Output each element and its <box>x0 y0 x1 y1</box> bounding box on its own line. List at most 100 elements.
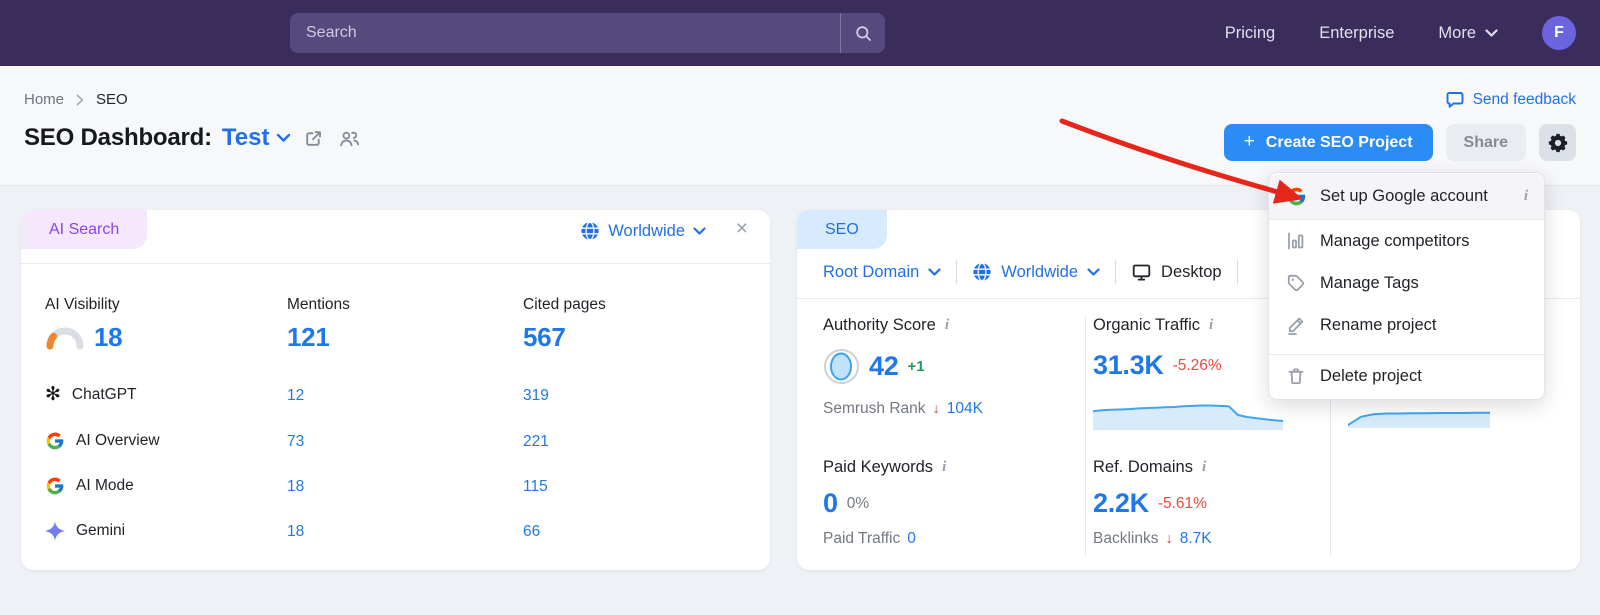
settings-gear-button[interactable] <box>1539 124 1576 161</box>
ai-region-selector[interactable]: Worldwide <box>580 221 706 241</box>
organic-traffic-value[interactable]: 31.3K <box>1093 350 1164 381</box>
row-mentions[interactable]: 18 <box>287 478 304 496</box>
backlinks-value[interactable]: 8.7K <box>1180 530 1212 548</box>
organic-traffic-label-row: Organic Traffic i <box>1093 316 1213 335</box>
nav-link-more[interactable]: More <box>1438 24 1498 43</box>
paid-keywords-value: 0 <box>823 488 838 519</box>
seo-region-label: Worldwide <box>1001 263 1078 282</box>
tab-seo[interactable]: SEO <box>797 210 887 249</box>
table-row-ai-overview[interactable]: AI Overview 73 221 <box>21 428 770 458</box>
organic-traffic-delta: -5.26% <box>1173 357 1222 375</box>
cited-pages-label: Cited pages <box>523 296 606 314</box>
down-arrow-icon: ↓ <box>933 401 940 417</box>
title-row: SEO Dashboard: Test <box>24 124 363 152</box>
filter-divider <box>1115 260 1116 284</box>
project-selector[interactable]: Test <box>222 124 292 152</box>
chevron-down-icon <box>693 227 706 236</box>
close-icon[interactable]: × <box>736 218 748 239</box>
open-in-new-button[interactable] <box>301 126 326 151</box>
nav-link-enterprise[interactable]: Enterprise <box>1319 24 1394 43</box>
paid-traffic-value[interactable]: 0 <box>907 530 916 548</box>
seo-region-selector[interactable]: Worldwide <box>972 262 1100 282</box>
ref-domains-value[interactable]: 2.2K <box>1093 488 1149 519</box>
settings-dropdown-menu: Set up Google account i Manage competito… <box>1268 172 1545 400</box>
row-cited-pages[interactable]: 115 <box>523 478 548 496</box>
semrush-rank-value[interactable]: 104K <box>947 400 983 418</box>
user-avatar[interactable]: F <box>1542 16 1576 50</box>
pencil-icon <box>1286 315 1306 335</box>
search-input[interactable] <box>290 13 840 53</box>
menu-item-manage-competitors[interactable]: Manage competitors <box>1269 220 1544 262</box>
authority-score-value-row: 42 +1 <box>823 348 925 385</box>
table-row-gemini[interactable]: Gemini 18 66 <box>21 518 770 548</box>
ai-visibility-value-row: 18 <box>45 322 122 353</box>
send-feedback-link[interactable]: Send feedback <box>1445 90 1576 109</box>
authority-score-value: 42 <box>869 351 898 382</box>
menu-item-label: Delete project <box>1320 367 1528 386</box>
globe-icon <box>972 262 992 282</box>
down-arrow-icon: ↓ <box>1165 531 1172 547</box>
ref-domains-label-row: Ref. Domains i <box>1093 458 1206 477</box>
paid-keywords-value-row: 0 0% <box>823 488 869 519</box>
menu-item-manage-tags[interactable]: Manage Tags <box>1269 262 1544 304</box>
row-name: ChatGPT <box>72 386 137 404</box>
nav-link-pricing[interactable]: Pricing <box>1225 24 1275 43</box>
row-mentions[interactable]: 12 <box>287 387 304 405</box>
mentions-label: Mentions <box>287 296 350 314</box>
search-button[interactable] <box>841 13 885 53</box>
google-icon <box>45 476 65 496</box>
ref-domains-label: Ref. Domains <box>1093 458 1193 477</box>
paid-keywords-delta: 0% <box>847 495 869 513</box>
mentions-value: 121 <box>287 322 329 353</box>
paid-traffic-row: Paid Traffic 0 <box>823 530 916 548</box>
shared-users-button[interactable] <box>336 126 363 151</box>
info-icon[interactable]: i <box>1202 459 1206 476</box>
row-cited-pages[interactable]: 221 <box>523 433 549 451</box>
chevron-down-icon <box>276 133 291 143</box>
gemini-icon <box>45 521 65 541</box>
gauge-icon <box>45 325 85 350</box>
table-row-chatgpt[interactable]: ✻ ChatGPT 12 319 <box>21 382 770 412</box>
row-name: Gemini <box>76 522 125 540</box>
card-header-divider <box>21 263 770 264</box>
ref-domains-delta: -5.61% <box>1158 495 1207 513</box>
menu-item-delete-project[interactable]: Delete project <box>1269 355 1544 397</box>
info-icon[interactable]: i <box>1524 188 1528 205</box>
create-seo-project-button[interactable]: + Create SEO Project <box>1224 124 1433 161</box>
device-selector[interactable]: Desktop <box>1131 262 1222 282</box>
menu-item-label: Manage Tags <box>1320 274 1528 293</box>
header-actions: + Create SEO Project Share <box>1224 124 1576 161</box>
info-icon[interactable]: i <box>945 317 949 334</box>
external-link-icon <box>303 128 324 149</box>
google-icon <box>45 431 65 451</box>
table-row-ai-mode[interactable]: AI Mode 18 115 <box>21 473 770 503</box>
page-title: SEO Dashboard: <box>24 124 212 152</box>
ai-search-card: AI Search Worldwide × AI Visibility Ment… <box>21 210 770 570</box>
row-mentions[interactable]: 18 <box>287 523 304 541</box>
share-button[interactable]: Share <box>1446 124 1526 161</box>
tab-ai-search[interactable]: AI Search <box>21 210 147 249</box>
ref-domains-value-row: 2.2K -5.61% <box>1093 488 1207 519</box>
organic-traffic-label: Organic Traffic <box>1093 316 1200 335</box>
paid-keywords-label-row: Paid Keywords i <box>823 458 946 477</box>
row-cited-pages[interactable]: 319 <box>523 387 549 405</box>
info-icon[interactable]: i <box>1209 317 1213 334</box>
menu-item-set-up-google-account[interactable]: Set up Google account i <box>1269 174 1544 220</box>
trash-icon <box>1286 366 1306 386</box>
menu-item-rename-project[interactable]: Rename project <box>1269 304 1544 346</box>
root-domain-selector[interactable]: Root Domain <box>823 263 941 282</box>
search-box[interactable] <box>290 13 885 53</box>
menu-item-label: Manage competitors <box>1320 232 1528 251</box>
backlinks-row: Backlinks ↓ 8.7K <box>1093 530 1212 548</box>
chevron-down-icon <box>928 268 941 277</box>
chatgpt-icon: ✻ <box>45 385 61 404</box>
search-icon <box>854 24 873 43</box>
info-icon[interactable]: i <box>942 459 946 476</box>
screen: Pricing Enterprise More F Home SEO SEO D… <box>0 0 1600 615</box>
backlinks-label: Backlinks <box>1093 530 1158 548</box>
row-cited-pages[interactable]: 66 <box>523 523 540 541</box>
ai-visibility-label: AI Visibility <box>45 296 120 314</box>
organic-traffic-sparkline <box>1093 394 1283 430</box>
row-mentions[interactable]: 73 <box>287 433 304 451</box>
breadcrumb-home[interactable]: Home <box>24 91 64 108</box>
